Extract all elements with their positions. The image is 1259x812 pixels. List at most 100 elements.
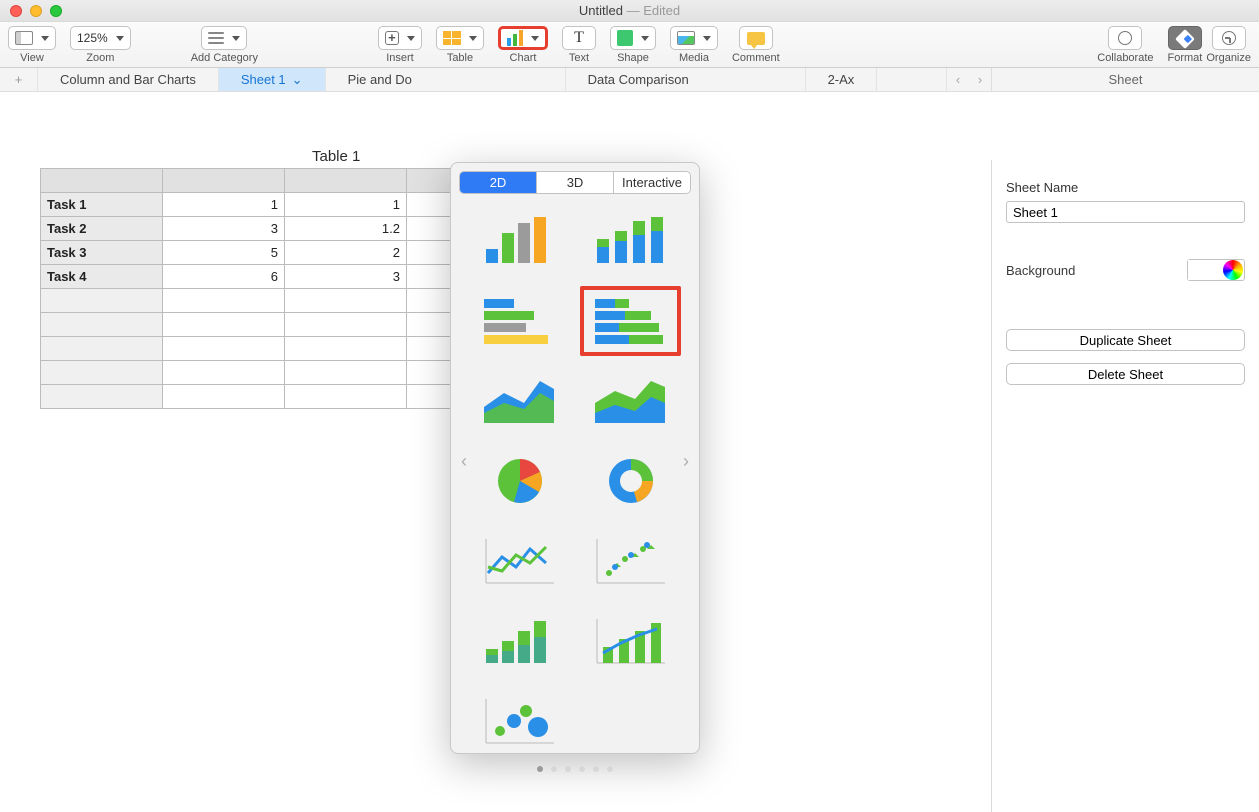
toolbar: View 125% Zoom Add Category + Insert Tab… [0,22,1259,68]
shape-icon [617,30,633,46]
media-label: Media [679,52,709,64]
collaborate-label: Collaborate [1097,52,1153,64]
table-button[interactable] [436,26,484,50]
list-icon [208,32,224,44]
page-dot[interactable] [579,766,585,772]
person-icon [1118,31,1132,45]
chart-picker-popover: 2D 3D Interactive ‹ › [450,162,700,754]
format-button[interactable] [1168,26,1202,50]
sheet-name-label: Sheet Name [1006,180,1078,195]
chart-tab-interactive[interactable]: Interactive [613,172,690,193]
page-dot[interactable] [593,766,599,772]
chart-type-pie[interactable] [469,446,570,516]
view-tool: View [8,26,56,64]
table-title[interactable]: Table 1 [312,148,360,165]
organize-label: Organize [1206,52,1251,64]
page-dot[interactable] [607,766,613,772]
spreadsheet-table[interactable]: Task 111Task 231.2Task 352Task 463 [40,168,451,409]
window-title: Untitled — Edited [0,3,1259,18]
add-category-label: Add Category [191,52,258,64]
chart-type-clustered-bar[interactable] [469,286,570,356]
background-label: Background [1006,263,1075,278]
inspector-tab-sheet[interactable]: Sheet [991,68,1259,92]
text-tool: T Text [562,26,596,64]
table-row[interactable] [41,361,451,385]
table-tool: Table [436,26,484,64]
chart-type-clustered-column[interactable] [469,206,570,276]
chart-type-stacked-area[interactable] [580,366,681,436]
document-edited-indicator: — Edited [627,3,680,18]
sheet-tab[interactable]: Column and Bar Charts [38,68,219,91]
chart-type-line[interactable] [469,526,570,596]
zoom-value: 125% [77,31,108,45]
comment-button[interactable] [739,26,773,50]
image-icon [677,31,695,45]
table-row[interactable]: Task 352 [41,241,451,265]
table-row[interactable] [41,385,451,409]
page-dot[interactable] [565,766,571,772]
chart-button[interactable] [498,26,548,50]
table-row[interactable] [41,337,451,361]
table-row[interactable]: Task 231.2 [41,217,451,241]
view-button[interactable] [8,26,56,50]
sheet-tab[interactable]: Data Comparison [566,68,806,91]
sheet-canvas[interactable]: Table 1 Task 111Task 231.2Task 352Task 4… [0,92,1259,720]
zoom-button[interactable]: 125% [70,26,131,50]
add-category-button[interactable] [201,26,247,50]
comment-label: Comment [732,52,780,64]
chart-type-column-3d-look[interactable] [469,606,570,676]
zoom-tool: 125% Zoom [70,26,131,64]
delete-sheet-button[interactable]: Delete Sheet [1006,363,1245,385]
chart-tab-3d[interactable]: 3D [536,172,613,193]
chart-tool: Chart [498,26,548,64]
insert-button[interactable]: + [378,26,422,50]
chart-type-scatter[interactable] [580,526,681,596]
chart-dimension-segmented-control: 2D 3D Interactive [459,171,691,194]
format-tool: Format [1168,26,1203,64]
sheet-tab[interactable]: 2-Ax [806,68,878,91]
organize-button[interactable] [1212,26,1246,50]
add-sheet-button[interactable]: + [0,68,38,91]
sheet-tab[interactable]: Sheet 1⌄ [219,68,326,91]
collaborate-tool: Collaborate [1097,26,1153,64]
collaborate-button[interactable] [1108,26,1142,50]
background-color-well[interactable] [1187,259,1245,281]
chart-type-stacked-column[interactable] [580,206,681,276]
table-row[interactable]: Task 463 [41,265,451,289]
page-dot[interactable] [551,766,557,772]
color-wheel-icon [1223,260,1243,280]
media-tool: Media [670,26,718,64]
chart-type-donut[interactable] [580,446,681,516]
sheet-name-input[interactable] [1006,201,1245,223]
chart-type-area[interactable] [469,366,570,436]
document-title: Untitled [579,3,623,18]
chart-label: Chart [510,52,537,64]
sheet-tab-bar: + Column and Bar ChartsSheet 1⌄Pie and D… [0,68,1259,92]
media-button[interactable] [670,26,718,50]
window-titlebar: Untitled — Edited [0,0,1259,22]
insert-tool: + Insert [378,26,422,64]
zoom-label: Zoom [86,52,114,64]
format-label: Format [1168,52,1203,64]
duplicate-sheet-button[interactable]: Duplicate Sheet [1006,329,1245,351]
inspector-tab-label: Sheet [1109,72,1143,87]
sheet-tabs-prev[interactable]: ‹ [947,72,969,87]
table-label: Table [447,52,473,64]
sheet-tabs-nav: ‹ › [946,68,991,91]
inspector-panel: Sheet Name Background Duplicate Sheet De… [991,160,1259,812]
chart-type-mixed[interactable] [580,606,681,676]
chart-type-stacked-bar[interactable] [580,286,681,356]
sheet-tabs-next[interactable]: › [969,72,991,87]
text-button[interactable]: T [562,26,596,50]
table-row[interactable]: Task 111 [41,193,451,217]
table-row[interactable] [41,313,451,337]
table-row[interactable] [41,289,451,313]
shape-button[interactable] [610,26,656,50]
chart-type-bubble[interactable] [469,686,570,756]
chart-tab-2d[interactable]: 2D [460,172,536,193]
sheet-tab[interactable]: Pie and Do [326,68,566,91]
paint-icon [1175,29,1195,49]
shape-tool: Shape [610,26,656,64]
add-category-tool: Add Category [191,26,258,64]
page-dot[interactable] [537,766,543,772]
